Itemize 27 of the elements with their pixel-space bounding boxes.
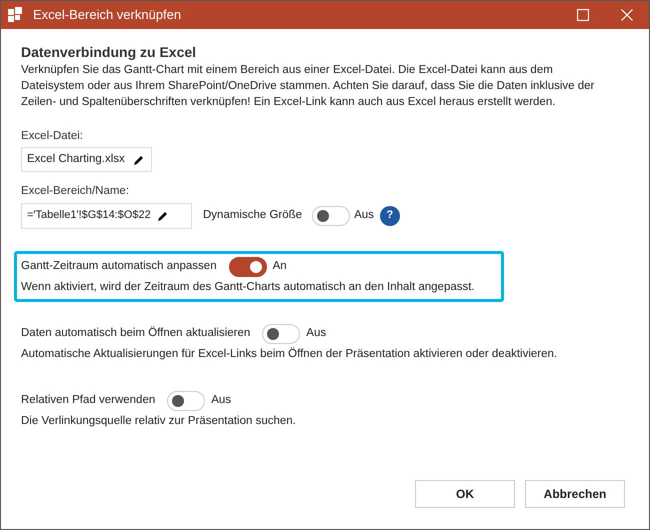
option-label: Daten automatisch beim Öffnen aktualisieren bbox=[21, 325, 250, 342]
app-icon bbox=[7, 7, 23, 23]
option-description: Wenn aktiviert, wird der Zeitraum des Gantt-Charts automatisch an den Inhalt angepasst. bbox=[21, 280, 476, 294]
toggle-state: Aus bbox=[306, 326, 326, 342]
toggle-state: Aus bbox=[354, 208, 374, 223]
close-icon[interactable] bbox=[621, 9, 633, 21]
pencil-icon[interactable] bbox=[156, 210, 169, 222]
range-field[interactable]: ='Tabelle1'!$G$14:$O$22 bbox=[21, 202, 192, 228]
pencil-icon[interactable] bbox=[132, 154, 145, 166]
window-title: Excel-Bereich verknüpfen bbox=[33, 6, 182, 24]
field-label: Excel-Datei: bbox=[21, 129, 84, 144]
section-heading: Datenverbindung zu Excel bbox=[21, 43, 198, 61]
file-field[interactable]: Excel Charting.xlsx bbox=[21, 147, 152, 172]
help-button[interactable]: ? bbox=[380, 206, 400, 226]
toggle-switch[interactable] bbox=[228, 256, 267, 276]
option-label: Gantt-Zeitraum automatisch anpassen bbox=[21, 258, 217, 274]
description-text: Verknüpfen Sie das Gantt-Chart mit einem Bereich aus einer Excel-Datei. Die Excel-Datei kann aus dem Dateisystem oder aus Ihrem SharePoint/OneDrive stammen. Achten Sie darauf, dass Sie die Daten inklusive der Zeilen- und Spaltenüberschriften verknüpfen! Ein Excel-Link kann auch aus Excel heraus erstellt werden. bbox=[21, 63, 596, 110]
option-description: Die Verlinkungsquelle relativ zur Präsentation suchen. bbox=[21, 414, 297, 429]
toggle-state: An bbox=[272, 258, 287, 274]
maximize-icon[interactable] bbox=[577, 9, 589, 21]
option-description: Automatische Aktualisierungen für Excel-Links beim Öffnen der Präsentation aktivieren oder deaktivieren. bbox=[21, 346, 558, 362]
field-label: Excel-Bereich/Name: bbox=[21, 184, 130, 200]
option-label: Relativen Pfad verwenden bbox=[21, 393, 156, 408]
ok-button[interactable]: OK bbox=[415, 480, 515, 508]
toggle-state: Aus bbox=[211, 393, 232, 408]
cancel-button[interactable]: Abbrechen bbox=[525, 480, 625, 508]
toggle-label: Dynamische Größe bbox=[203, 208, 302, 223]
